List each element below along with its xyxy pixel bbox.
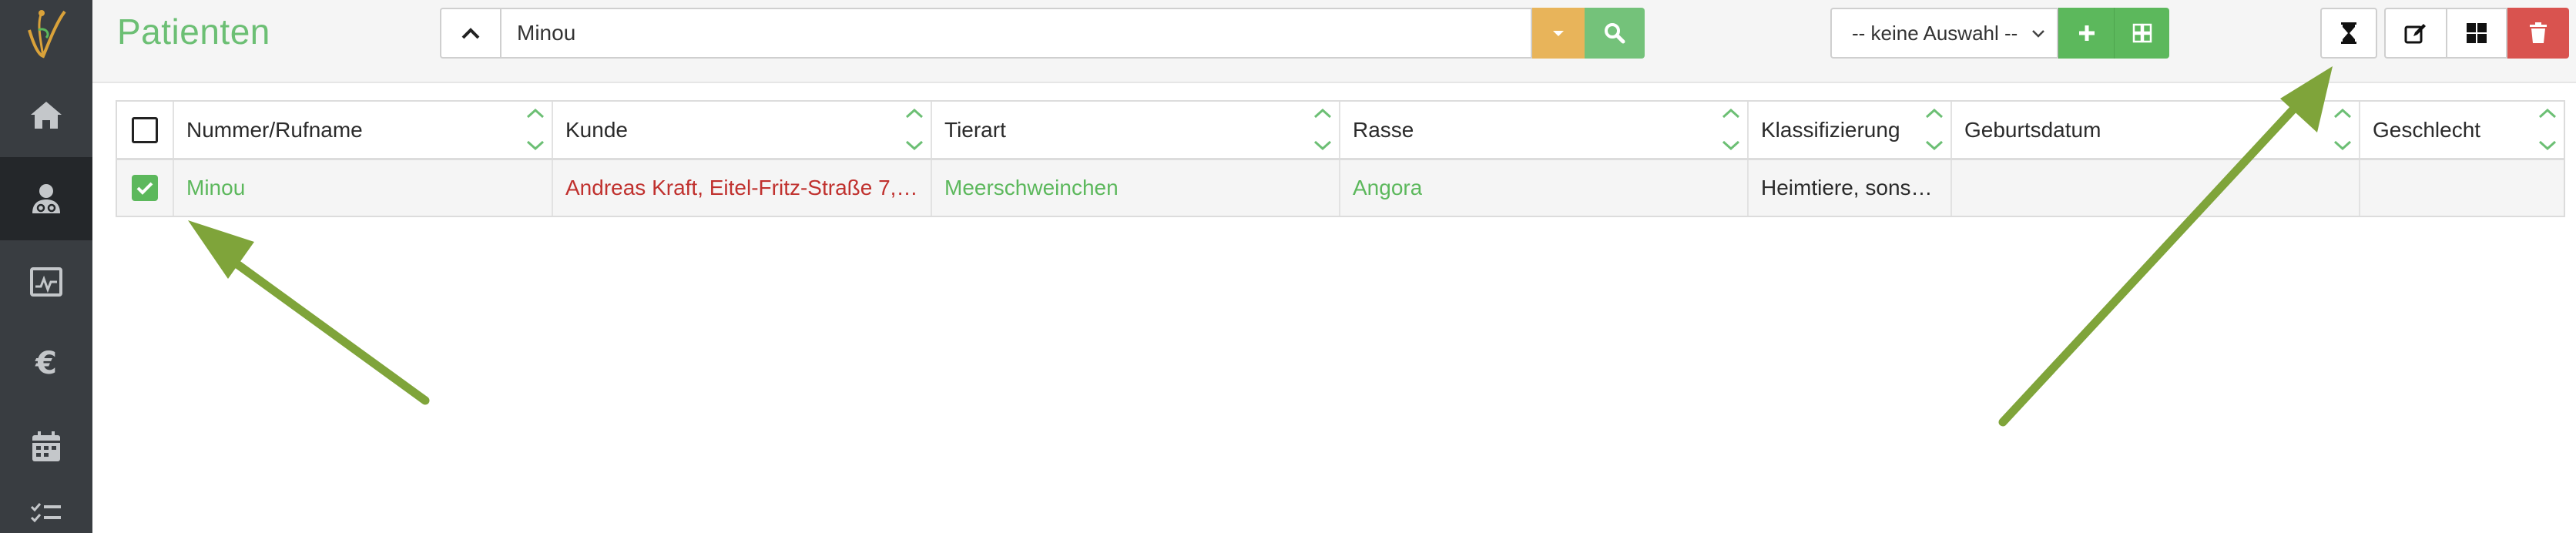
sidebar-item-calendar[interactable] [0, 405, 92, 488]
breed-link[interactable]: Angora [1353, 176, 1422, 200]
app-logo[interactable] [0, 0, 92, 68]
patient-icon [32, 184, 60, 213]
column-header-label: Nummer/Rufname [186, 117, 363, 142]
column-header[interactable]: Geburtsdatum [1952, 102, 2360, 158]
chevron-up-icon [461, 28, 480, 39]
collapse-button[interactable] [440, 8, 500, 59]
table-header-row: Nummer/Rufname Kunde Tierart Rasse Klass… [117, 102, 2564, 160]
column-header[interactable]: Nummer/Rufname [174, 102, 553, 158]
sort-control[interactable] [2333, 106, 2353, 153]
cell-name[interactable]: Minou [174, 160, 553, 216]
grid-view-button[interactable] [2114, 8, 2169, 59]
annotation-arrow-checkbox [188, 220, 430, 405]
sidebar-item-home[interactable] [0, 74, 92, 157]
cell-customer[interactable]: Andreas Kraft, Eitel-Fritz-Straße 7, … [553, 160, 932, 216]
column-header-label: Tierart [944, 117, 1006, 142]
sort-up-icon [1722, 108, 1740, 119]
table-row[interactable]: Minou Andreas Kraft, Eitel-Fritz-Straße … [117, 160, 2564, 216]
patient-name-link[interactable]: Minou [186, 176, 245, 200]
sort-down-icon [2538, 140, 2557, 151]
search-button[interactable] [1585, 8, 1645, 59]
search-input[interactable] [500, 8, 1532, 59]
sort-control[interactable] [1924, 106, 1944, 153]
column-header-label: Rasse [1353, 117, 1414, 142]
column-header-label: Klassifizierung [1761, 117, 1900, 142]
plus-icon [2078, 25, 2095, 41]
cell-sex [2360, 160, 2564, 216]
grid-icon [2132, 23, 2152, 43]
filter-select[interactable]: -- keine Auswahl -- [1830, 8, 2058, 59]
trash-icon [2530, 22, 2547, 43]
layout-button[interactable] [2446, 8, 2507, 59]
sidebar: € [0, 0, 92, 533]
cell-breed[interactable]: Angora [1340, 160, 1749, 216]
sidebar-item-patients[interactable] [0, 157, 92, 240]
customer-link[interactable]: Andreas Kraft, Eitel-Fritz-Straße 7, … [565, 176, 918, 200]
record-actions [2384, 8, 2569, 59]
hourglass-button[interactable] [2320, 8, 2377, 59]
classification-value: Heimtiere, sonsti… [1761, 176, 1938, 199]
chevron-down-icon [2032, 30, 2044, 38]
column-header-label: Geschlecht [2373, 117, 2481, 142]
sort-down-icon [526, 140, 545, 151]
column-header[interactable]: Rasse [1340, 102, 1749, 158]
search-group [440, 8, 1645, 59]
sort-up-icon [905, 108, 924, 119]
sort-down-icon [2333, 140, 2352, 151]
edit-button[interactable] [2384, 8, 2446, 59]
sidebar-item-billing[interactable]: € [0, 322, 92, 405]
cell-classification: Heimtiere, sonsti… [1749, 160, 1952, 216]
edit-icon [2404, 24, 2426, 44]
select-all-cell [117, 102, 174, 158]
row-checkbox[interactable] [132, 175, 158, 201]
checkmark-icon [136, 182, 153, 195]
sort-up-icon [1313, 108, 1332, 119]
sort-control[interactable] [525, 106, 545, 153]
hourglass-icon [2341, 22, 2356, 44]
home-icon [31, 102, 62, 129]
caret-down-icon [1553, 31, 1564, 36]
sort-down-icon [1722, 140, 1740, 151]
filter-select-value: -- keine Auswahl -- [1852, 21, 2018, 45]
sort-down-icon [905, 140, 924, 151]
column-header[interactable]: Geschlecht [2360, 102, 2564, 158]
sort-down-icon [1313, 140, 1332, 151]
column-header[interactable]: Kunde [553, 102, 932, 158]
delete-button[interactable] [2507, 8, 2569, 59]
sort-up-icon [1925, 108, 1944, 119]
column-header-label: Geburtsdatum [1964, 117, 2101, 142]
search-icon [1605, 23, 1625, 44]
app-window: € Patienten Minou -- keine Auswahl -- Nu… [0, 0, 2576, 533]
select-all-checkbox[interactable] [132, 116, 158, 143]
chart-icon [30, 267, 62, 297]
column-header[interactable]: Klassifizierung [1749, 102, 1952, 158]
sort-up-icon [2538, 108, 2557, 119]
sort-up-icon [526, 108, 545, 119]
sidebar-item-tasks[interactable] [0, 488, 92, 533]
euro-icon: € [35, 346, 57, 381]
sort-control[interactable] [2537, 106, 2558, 153]
cell-species[interactable]: Meerschweinchen [932, 160, 1340, 216]
filter-group: -- keine Auswahl -- [1830, 8, 2169, 59]
search-dropdown-button[interactable] [1532, 8, 1585, 59]
column-header[interactable]: Tierart [932, 102, 1340, 158]
tasks-icon [30, 503, 61, 523]
layout-icon [2467, 23, 2487, 43]
cell-birthdate [1952, 160, 2360, 216]
sort-control[interactable] [1721, 106, 1741, 153]
sort-control[interactable] [904, 106, 924, 153]
column-header-label: Kunde [565, 117, 628, 142]
species-link[interactable]: Meerschweinchen [944, 176, 1119, 200]
sort-up-icon [2333, 108, 2352, 119]
patients-table: Nummer/Rufname Kunde Tierart Rasse Klass… [116, 100, 2565, 217]
page-title: Patienten [117, 12, 270, 52]
sort-control[interactable] [1313, 106, 1333, 153]
svg-text:€: € [35, 346, 57, 381]
row-select-cell [117, 160, 174, 216]
sort-down-icon [1925, 140, 1944, 151]
sidebar-item-reports[interactable] [0, 240, 92, 323]
calendar-icon [32, 431, 60, 461]
add-button[interactable] [2058, 8, 2114, 59]
